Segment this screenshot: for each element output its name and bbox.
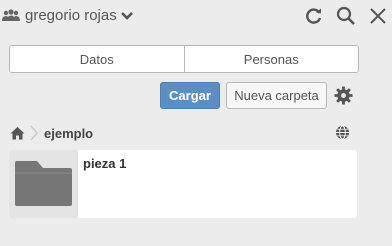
search-icon[interactable] xyxy=(336,6,356,26)
user-name[interactable]: gregorio rojas xyxy=(25,7,117,24)
chevron-down-icon[interactable] xyxy=(121,11,133,21)
item-thumbnail xyxy=(9,150,78,218)
tab-datos[interactable]: Datos xyxy=(10,46,184,72)
chevron-right-icon xyxy=(30,125,39,141)
top-bar: gregorio rojas xyxy=(0,0,392,32)
upload-button[interactable]: Cargar xyxy=(160,82,220,109)
new-folder-button[interactable]: Nueva carpeta xyxy=(226,82,327,109)
tab-bar: Datos Personas xyxy=(9,45,359,73)
gear-icon[interactable] xyxy=(334,86,353,105)
folder-icon xyxy=(15,161,72,206)
close-icon[interactable] xyxy=(368,6,388,26)
refresh-icon[interactable] xyxy=(304,6,324,26)
breadcrumb-current[interactable]: ejemplo xyxy=(44,126,93,141)
item-name[interactable]: pieza 1 xyxy=(83,156,126,171)
tab-personas[interactable]: Personas xyxy=(183,46,359,72)
breadcrumb: ejemplo xyxy=(10,124,93,142)
home-icon[interactable] xyxy=(10,126,25,140)
users-icon[interactable] xyxy=(2,8,20,22)
globe-icon[interactable] xyxy=(335,125,350,140)
list-item[interactable]: pieza 1 xyxy=(9,150,357,218)
